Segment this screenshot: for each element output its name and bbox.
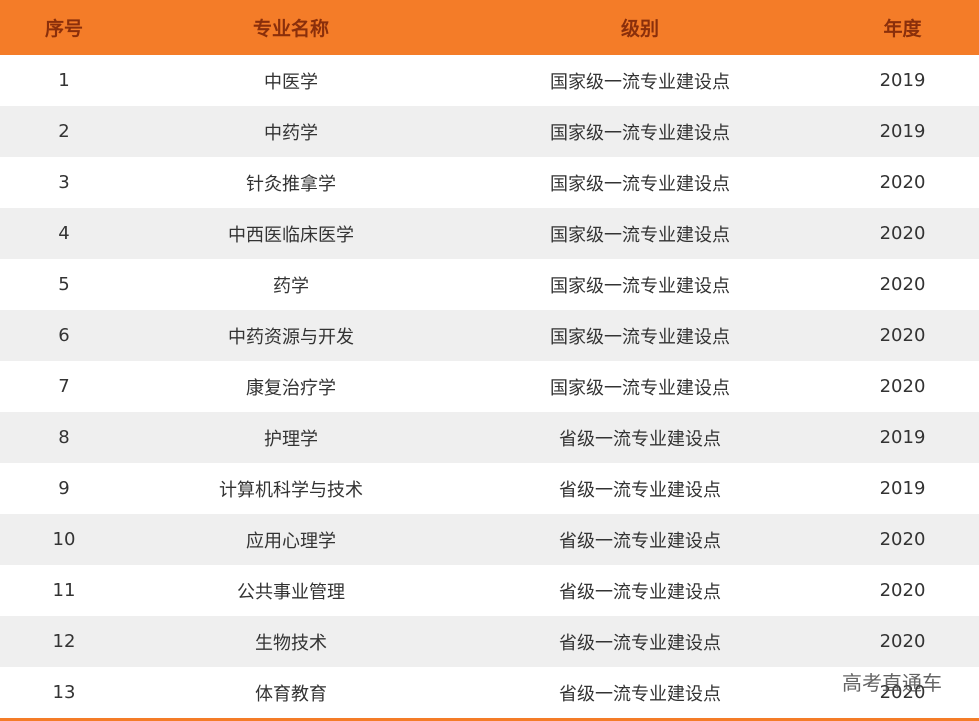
watermark: 高考直通车 [842,671,942,695]
table-row: 9 计算机科学与技术 省级一流专业建设点 2019 [0,463,979,514]
cell-index: 4 [58,223,70,244]
cell-index: 7 [58,376,70,397]
cell-level: 国家级一流专业建设点 [550,275,730,297]
header-major: 专业名称 [252,18,329,40]
cell-major: 中西医临床医学 [228,224,354,246]
cell-year: 2019 [879,427,926,448]
cell-index: 10 [52,529,76,550]
cell-year: 2020 [879,274,926,295]
cell-level: 省级一流专业建设点 [559,581,721,603]
cell-major: 药学 [273,275,309,297]
table-body: 1 中医学 国家级一流专业建设点 2019 2 中药学 国家级一流专业建设点 2019 3 针灸推… [0,55,979,718]
table-header: 序号 专业名称 级别 年度 [0,0,979,55]
cell-level: 省级一流专业建设点 [559,632,721,654]
table-row: 2 中药学 国家级一流专业建设点 2019 [0,106,979,157]
cell-index: 2 [58,121,70,142]
header-level: 级别 [620,18,659,40]
table-row: 4 中西医临床医学 国家级一流专业建设点 2020 [0,208,979,259]
header-year: 年度 [883,18,922,40]
cell-level: 国家级一流专业建设点 [550,173,730,195]
table-row: 3 针灸推拿学 国家级一流专业建设点 2020 [0,157,979,208]
cell-level: 国家级一流专业建设点 [550,224,730,246]
cell-index: 3 [58,172,70,193]
cell-major: 应用心理学 [246,530,336,552]
cell-major: 公共事业管理 [237,581,345,603]
header-index: 序号 [44,18,83,40]
cell-level: 国家级一流专业建设点 [550,122,730,144]
cell-year: 2020 [879,172,926,193]
cell-index: 9 [58,478,70,499]
cell-major: 中医学 [264,71,318,93]
cell-level: 国家级一流专业建设点 [550,326,730,348]
table-row: 7 康复治疗学 国家级一流专业建设点 2020 [0,361,979,412]
cell-major: 针灸推拿学 [246,173,336,195]
table-row: 12 生物技术 省级一流专业建设点 2020 [0,616,979,667]
cell-year: 2020 [879,631,926,652]
table-row: 6 中药资源与开发 国家级一流专业建设点 2020 [0,310,979,361]
cell-level: 省级一流专业建设点 [559,428,721,450]
cell-level: 国家级一流专业建设点 [550,71,730,93]
cell-index: 12 [52,631,76,652]
cell-major: 计算机科学与技术 [219,479,363,501]
cell-index: 13 [52,682,76,703]
cell-major: 生物技术 [255,632,327,654]
cell-index: 6 [58,325,70,346]
table-row: 8 护理学 省级一流专业建设点 2019 [0,412,979,463]
cell-major: 中药资源与开发 [228,326,354,348]
cell-level: 省级一流专业建设点 [559,479,721,501]
cell-year: 2020 [879,529,926,550]
cell-index: 5 [58,274,70,295]
cell-year: 2020 [879,325,926,346]
cell-year: 2019 [879,478,926,499]
table-row: 13 体育教育 省级一流专业建设点 2020 [0,667,979,718]
table-row: 11 公共事业管理 省级一流专业建设点 2020 [0,565,979,616]
cell-level: 省级一流专业建设点 [559,530,721,552]
cell-year: 2020 [879,376,926,397]
cell-level: 省级一流专业建设点 [559,683,721,705]
cell-year: 2019 [879,121,926,142]
cell-level: 国家级一流专业建设点 [550,377,730,399]
cell-index: 11 [52,580,76,601]
cell-year: 2019 [879,70,926,91]
cell-major: 中药学 [264,122,318,144]
cell-year: 2020 [879,580,926,601]
table-row: 1 中医学 国家级一流专业建设点 2019 [0,55,979,106]
cell-index: 1 [58,70,70,91]
majors-table: 序号 专业名称 级别 年度 1 中医学 国家级一流专业建设点 2019 2 中药学 国家级一… [0,0,979,721]
cell-major: 康复治疗学 [246,377,336,399]
table-row: 10 应用心理学 省级一流专业建设点 2020 [0,514,979,565]
cell-major: 体育教育 [255,683,327,705]
table-row: 5 药学 国家级一流专业建设点 2020 [0,259,979,310]
cell-index: 8 [58,427,70,448]
cell-major: 护理学 [264,428,318,450]
cell-year: 2020 [879,223,926,244]
